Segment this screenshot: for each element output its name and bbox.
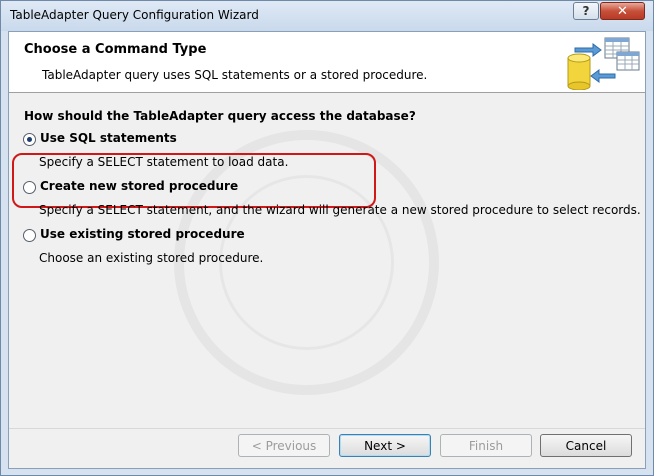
radio-use-sql-statements[interactable]	[23, 133, 36, 146]
window-title: TableAdapter Query Configuration Wizard	[10, 8, 259, 22]
title-bar: TableAdapter Query Configuration Wizard …	[1, 1, 653, 31]
wizard-body: How should the TableAdapter query access…	[9, 93, 645, 468]
finish-button[interactable]: Finish	[440, 434, 532, 457]
previous-button[interactable]: < Previous	[238, 434, 330, 457]
option-description: Specify a SELECT statement, and the wiza…	[39, 203, 641, 217]
cancel-button[interactable]: Cancel	[540, 434, 632, 457]
option-label[interactable]: Create new stored procedure	[40, 179, 238, 193]
page-title: Choose a Command Type	[24, 42, 207, 57]
close-button[interactable]: ✕	[600, 2, 645, 20]
next-button[interactable]: Next >	[339, 434, 431, 457]
wizard-client-area: Choose a Command Type TableAdapter query…	[8, 31, 646, 469]
wizard-header: Choose a Command Type TableAdapter query…	[9, 32, 645, 93]
page-description: TableAdapter query uses SQL statements o…	[42, 68, 428, 82]
option-label[interactable]: Use SQL statements	[40, 131, 177, 145]
help-button[interactable]: ?	[573, 2, 599, 20]
radio-use-existing-stored-procedure[interactable]	[23, 229, 36, 242]
option-label[interactable]: Use existing stored procedure	[40, 227, 245, 241]
option-description: Choose an existing stored procedure.	[39, 251, 264, 265]
question-label: How should the TableAdapter query access…	[24, 109, 416, 123]
wizard-window: TableAdapter Query Configuration Wizard …	[0, 0, 654, 476]
database-table-exchange-icon	[567, 37, 640, 90]
footer-divider	[9, 428, 645, 429]
radio-create-stored-procedure[interactable]	[23, 181, 36, 194]
option-description: Specify a SELECT statement to load data.	[39, 155, 289, 169]
